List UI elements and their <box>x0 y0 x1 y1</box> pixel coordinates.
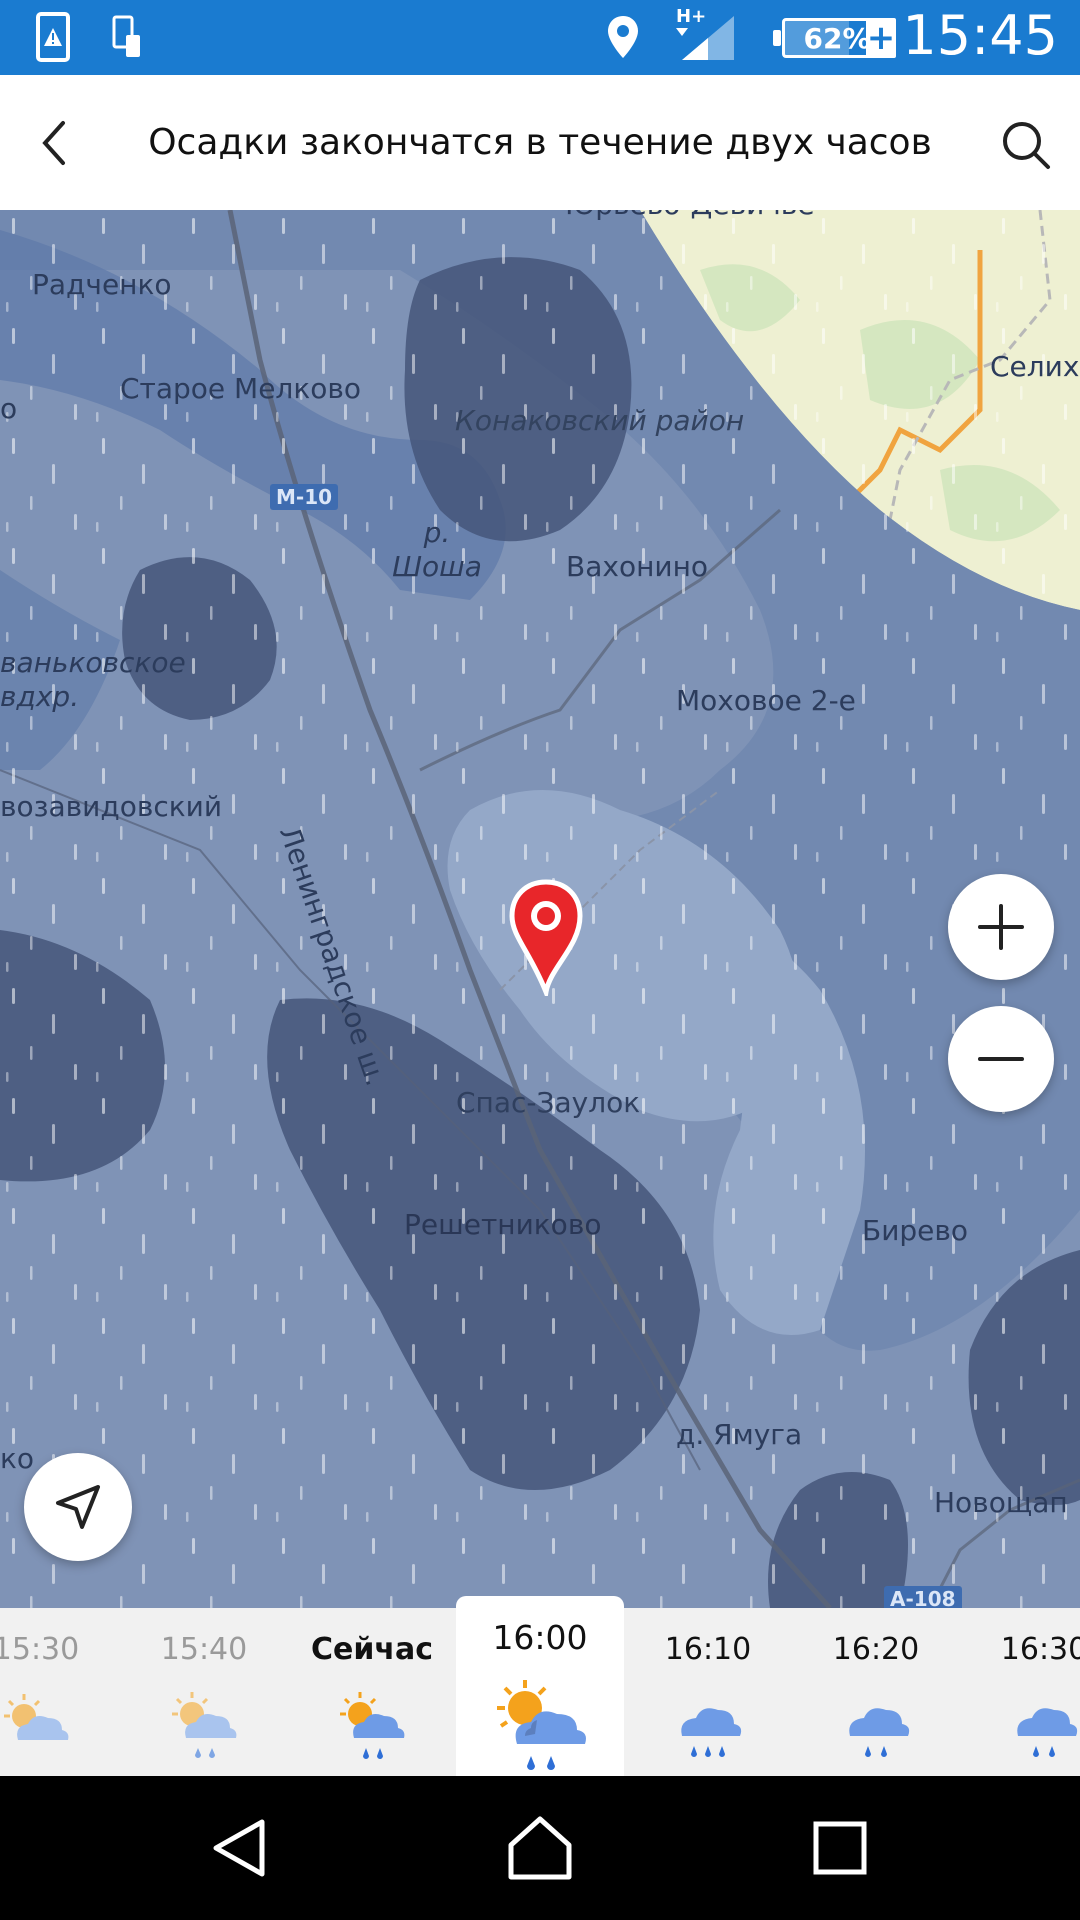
map-label-yurievo: Юрьево-Девичье <box>565 210 815 221</box>
timeline-item[interactable]: 15:30 <box>0 1608 120 1776</box>
timeline-time: 16:30 <box>1000 1632 1080 1667</box>
sim-alert-icon <box>36 12 70 62</box>
map-label-staroe-melkovo: Старое Мелково <box>120 372 362 405</box>
cloud-rain-icon <box>1017 1708 1078 1757</box>
road-badge-m10: М-10 <box>270 484 339 510</box>
nav-recents-icon <box>813 1821 867 1875</box>
status-time: 15:45 <box>902 4 1058 67</box>
zoom-in-button[interactable] <box>948 874 1054 980</box>
charging-icon: + <box>866 18 896 58</box>
navigation-arrow-icon <box>56 1485 100 1529</box>
map-label-novoshchap: Новощап <box>934 1486 1068 1519</box>
timeline-item[interactable]: 16:20 <box>792 1608 960 1776</box>
status-bar: H+ 62% + 15:45 <box>0 0 1080 75</box>
location-icon <box>606 12 640 62</box>
map-label-vakhonino: Вахонино <box>566 550 709 583</box>
partly-sunny-icon <box>4 1694 69 1740</box>
sun-cloud-rain-icon <box>340 1692 405 1759</box>
nav-home-button[interactable] <box>490 1798 590 1898</box>
battery-percent: 62% <box>803 21 871 55</box>
location-pin-icon[interactable] <box>506 878 586 1002</box>
timeline-item[interactable]: 16:10 <box>624 1608 792 1776</box>
sun-cloud-rain-icon <box>497 1680 586 1770</box>
map-label-konakovsky: Конаковский район <box>455 404 745 437</box>
search-button[interactable] <box>994 113 1058 177</box>
plus-icon <box>978 904 1024 950</box>
map-label-shosha: р. Шоша <box>392 516 482 583</box>
map-label-birevo: Бирево <box>862 1214 969 1247</box>
timeline-item[interactable]: 16:30 <box>960 1608 1080 1776</box>
precipitation-map[interactable]: Юрьево-Девичье Радченко Старое Мелково С… <box>0 210 1080 1608</box>
forecast-timeline[interactable]: 15:30 15:40 Сейчас 16:00 16:10 16:20 16:… <box>0 1596 1080 1776</box>
nav-back-button[interactable] <box>190 1798 290 1898</box>
timeline-time: 16:10 <box>664 1632 752 1667</box>
back-arrow-icon <box>42 121 65 165</box>
map-label-left-o: о <box>0 392 18 425</box>
map-label-ivankovskoe: ваньковское вдхр. <box>0 646 186 713</box>
cloud-rain-icon <box>849 1708 910 1757</box>
timeline-time: 15:40 <box>160 1632 248 1667</box>
my-location-button[interactable] <box>24 1453 132 1561</box>
nav-recents-button[interactable] <box>790 1798 890 1898</box>
page-title: Осадки закончатся в течение двух часов <box>148 122 932 163</box>
minus-icon <box>978 1057 1024 1061</box>
timeline-time: 16:20 <box>832 1632 920 1667</box>
app-header: Осадки закончатся в течение двух часов <box>0 75 1080 211</box>
map-label-left-ko: ко <box>0 1442 35 1475</box>
timeline-time: 15:30 <box>0 1632 80 1667</box>
phone-data-icon <box>112 12 142 62</box>
map-label-selikh: Селих <box>990 350 1080 383</box>
signal-icon <box>672 12 736 62</box>
road-badge-a108: А-108 <box>884 1586 962 1608</box>
system-nav-bar <box>0 1776 1080 1920</box>
map-label-reshetnikovo: Решетниково <box>404 1208 602 1241</box>
map-label-zavidovsky: возавидовский <box>0 790 223 823</box>
cloud-rain-icon <box>681 1708 742 1757</box>
timeline-time: 16:00 <box>492 1618 588 1657</box>
back-button[interactable] <box>24 113 84 173</box>
nav-back-icon <box>213 1819 265 1877</box>
timeline-item-now[interactable]: Сейчас <box>288 1608 456 1776</box>
sun-cloud-rain-icon <box>172 1692 237 1758</box>
zoom-out-button[interactable] <box>948 1006 1054 1112</box>
map-label-mokhovoe: Моховое 2-е <box>676 684 856 717</box>
map-label-radchenko: Радченко <box>32 268 172 301</box>
timeline-item[interactable]: 15:40 <box>120 1608 288 1776</box>
map-label-yamuga: д. Ямуга <box>676 1418 803 1451</box>
timeline-item-selected[interactable]: 16:00 <box>456 1596 624 1776</box>
timeline-time: Сейчас <box>310 1632 433 1667</box>
map-label-spas-zaulok: Спас-Заулок <box>456 1086 641 1119</box>
search-icon <box>1003 122 1050 169</box>
nav-home-icon <box>508 1816 572 1880</box>
